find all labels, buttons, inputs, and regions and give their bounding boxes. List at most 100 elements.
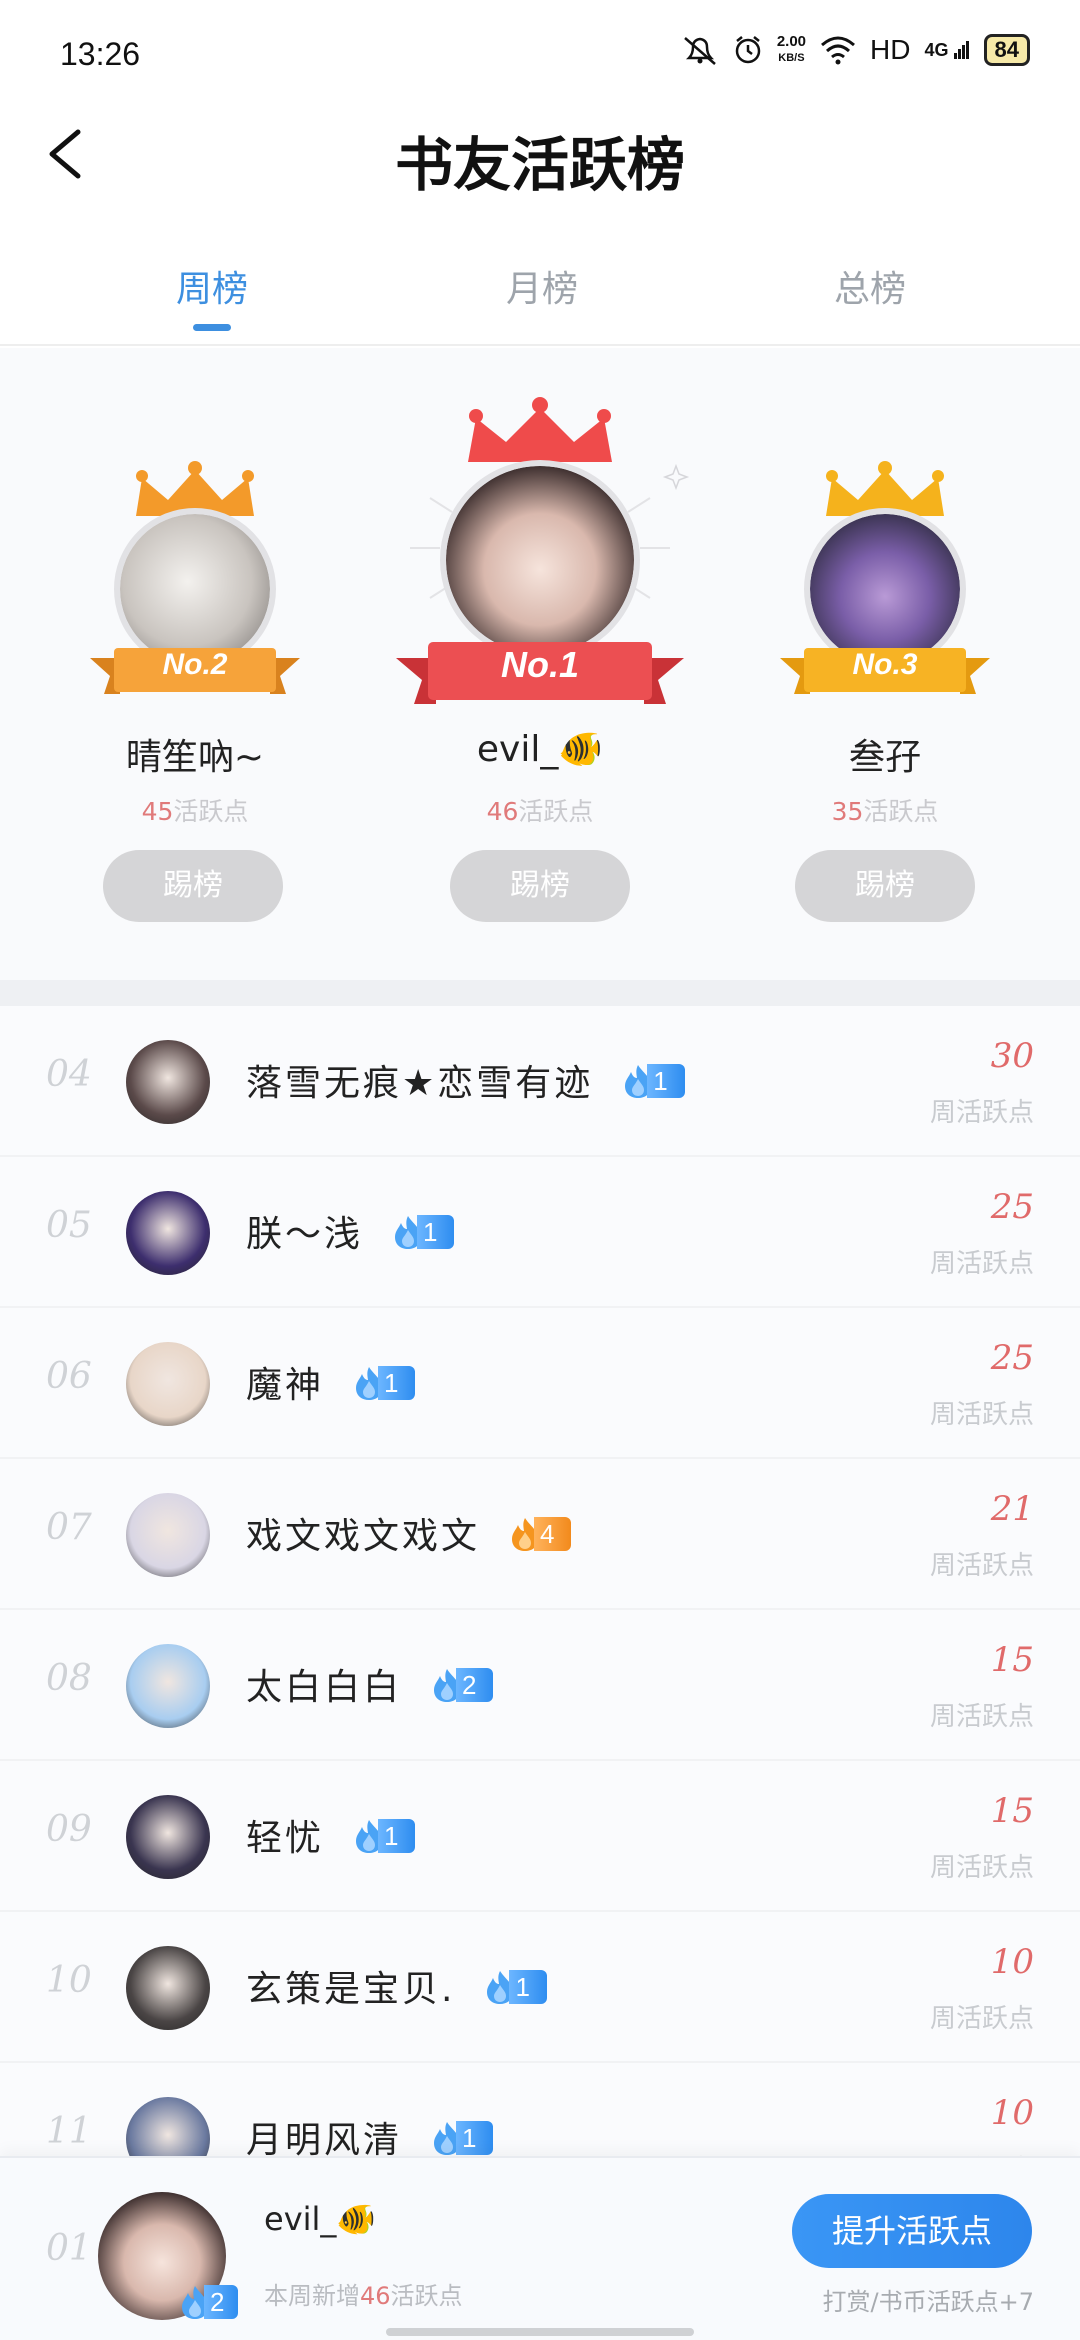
avatar[interactable] [126,1191,210,1275]
user-name-text: 落雪无痕★恋雪有迹 [246,1063,594,1104]
hd-label: HD [870,34,911,65]
user-name-text: 戏文戏文戏文 [246,1516,481,1557]
my-rank-bar: 01 2 evil_🐠 本周新增46活跃点 提升活跃点 打赏/书币活跃点+7 [0,2156,1080,2340]
podium-name: 晴笙吶~ [125,737,265,778]
weekly-score: 30 [990,1036,1034,1076]
rank-number: 05 [46,1205,92,1246]
weekly-score: 25 [990,1338,1034,1378]
avatar[interactable] [126,1493,210,1577]
points-suffix: 活跃点 [518,797,594,826]
user-name-text: 太白白白 [246,1667,403,1708]
list-item[interactable]: 07 戏文戏文戏文 4 21 周活跃点 [0,1459,1080,1610]
avatar[interactable] [126,1040,210,1124]
podium-second[interactable]: No.2 晴笙吶~ 45活跃点 踢榜 [60,348,330,980]
tab-monthly[interactable]: 月榜 [442,260,642,312]
section-divider [0,980,1080,1006]
avatar[interactable] [126,1795,210,1879]
avatar[interactable] [126,1342,210,1426]
user-name: 轻忧 1 [246,1809,416,1861]
sub-prefix: 本周新增 [264,2282,360,2310]
user-name: 太白白白 2 [246,1658,494,1710]
kick-button[interactable]: 踢榜 [103,850,283,922]
level-badge: 2 [428,1667,494,1703]
avatar [440,460,640,660]
level-badge: 1 [428,2120,494,2156]
network-label: 4G [924,39,949,60]
weekly-score: 15 [990,1791,1034,1831]
status-icons: 2.00 KB/S HD 4G 84 [681,34,1030,66]
battery-indicator: 84 [983,34,1030,66]
weekly-score-label: 周活跃点 [929,1098,1034,1128]
rank-number: 08 [46,1658,92,1699]
weekly-score-label: 周活跃点 [929,1551,1034,1581]
weekly-score-label: 周活跃点 [929,1249,1034,1279]
avatar[interactable] [126,1644,210,1728]
user-name: 朕～浅 1 [246,1205,455,1257]
user-name-text: 玄策是宝贝. [246,1969,456,2010]
sub-suffix: 活跃点 [390,2282,463,2310]
list-item[interactable]: 04 落雪无痕★恋雪有迹 1 30 周活跃点 [0,1006,1080,1157]
net-speed-unit: KB/S [778,52,805,64]
level-badge: 1 [350,1365,416,1401]
kick-button[interactable]: 踢榜 [450,850,630,922]
rank-number: 06 [46,1356,92,1397]
podium-points: 46活跃点 [390,792,690,828]
list-item[interactable]: 10 玄策是宝贝. 1 10 周活跃点 [0,1912,1080,2063]
user-name: 玄策是宝贝. 1 [246,1960,547,2012]
level-number: 1 [417,1215,455,1249]
tab-bar: 周榜 月榜 总榜 [0,250,1080,346]
weekly-score: 21 [990,1489,1034,1529]
level-badge: 4 [506,1516,572,1552]
mute-bell-icon [684,37,716,65]
net-speed: 2.00 KB/S [777,34,806,66]
list-item[interactable]: 06 魔神 1 25 周活跃点 [0,1308,1080,1459]
net-speed-value: 2.00 [776,33,807,50]
podium-name: 叁孖 [848,737,921,778]
rank-number: 07 [46,1507,92,1548]
user-name: 魔神 1 [246,1356,416,1408]
rank-number: 10 [46,1960,92,2001]
rank-number: 04 [46,1054,92,1095]
points-suffix: 活跃点 [863,797,939,826]
list-item[interactable]: 08 太白白白 2 15 周活跃点 [0,1610,1080,1761]
my-weekly-points: 本周新增46活跃点 [264,2276,463,2311]
points-value: 45 [141,797,174,826]
list-item[interactable]: 09 轻忧 1 15 周活跃点 [0,1761,1080,1912]
level-badge: 1 [350,1818,416,1854]
user-name: 戏文戏文戏文 4 [246,1507,572,1559]
podium: No.2 晴笙吶~ 45活跃点 踢榜 No.1 evil_🐠 46活跃点 踢榜 … [0,348,1080,980]
status-bar: 13:26 2.00 KB/S HD 4G 84 [0,0,1080,100]
level-number: 2 [204,2285,239,2319]
weekly-score: 15 [990,1640,1034,1680]
user-name-text: 月明风清 [246,2120,403,2161]
weekly-score-label: 周活跃点 [929,1853,1034,1883]
network-signal: 4G [924,40,969,61]
user-name-text: 魔神 [246,1365,325,1406]
points-value: 35 [831,797,864,826]
crown-icon [468,408,612,462]
rank-badge-label: No.2 [162,648,228,681]
tab-total[interactable]: 总榜 [770,260,970,312]
points-value: 46 [486,797,519,826]
kick-button[interactable]: 踢榜 [795,850,975,922]
home-indicator[interactable] [386,2328,694,2336]
list-item[interactable]: 05 朕～浅 1 25 周活跃点 [0,1157,1080,1308]
tab-weekly[interactable]: 周榜 [112,260,312,312]
podium-third[interactable]: No.3 叁孖 35活跃点 踢榜 [750,348,1020,980]
my-rank-number: 01 [46,2228,92,2269]
weekly-score-label: 周活跃点 [929,2004,1034,2034]
avatar[interactable] [126,1946,210,2030]
user-name-text: 轻忧 [246,1818,325,1859]
rank-number: 09 [46,1809,92,1850]
status-time: 13:26 [60,36,141,72]
podium-first[interactable]: No.1 evil_🐠 46活跃点 踢榜 [390,348,690,980]
level-badge: 1 [619,1063,685,1099]
alarm-icon [735,36,761,64]
page-title: 书友活跃榜 [394,131,685,199]
boost-hint: 打赏/书币活跃点+7 [822,2288,1034,2316]
weekly-score-label: 周活跃点 [929,1702,1034,1732]
level-number: 1 [456,2121,494,2155]
podium-points: 45活跃点 [60,792,330,828]
user-name-text: 朕～浅 [246,1214,364,1255]
boost-activity-button[interactable]: 提升活跃点 [792,2194,1032,2268]
